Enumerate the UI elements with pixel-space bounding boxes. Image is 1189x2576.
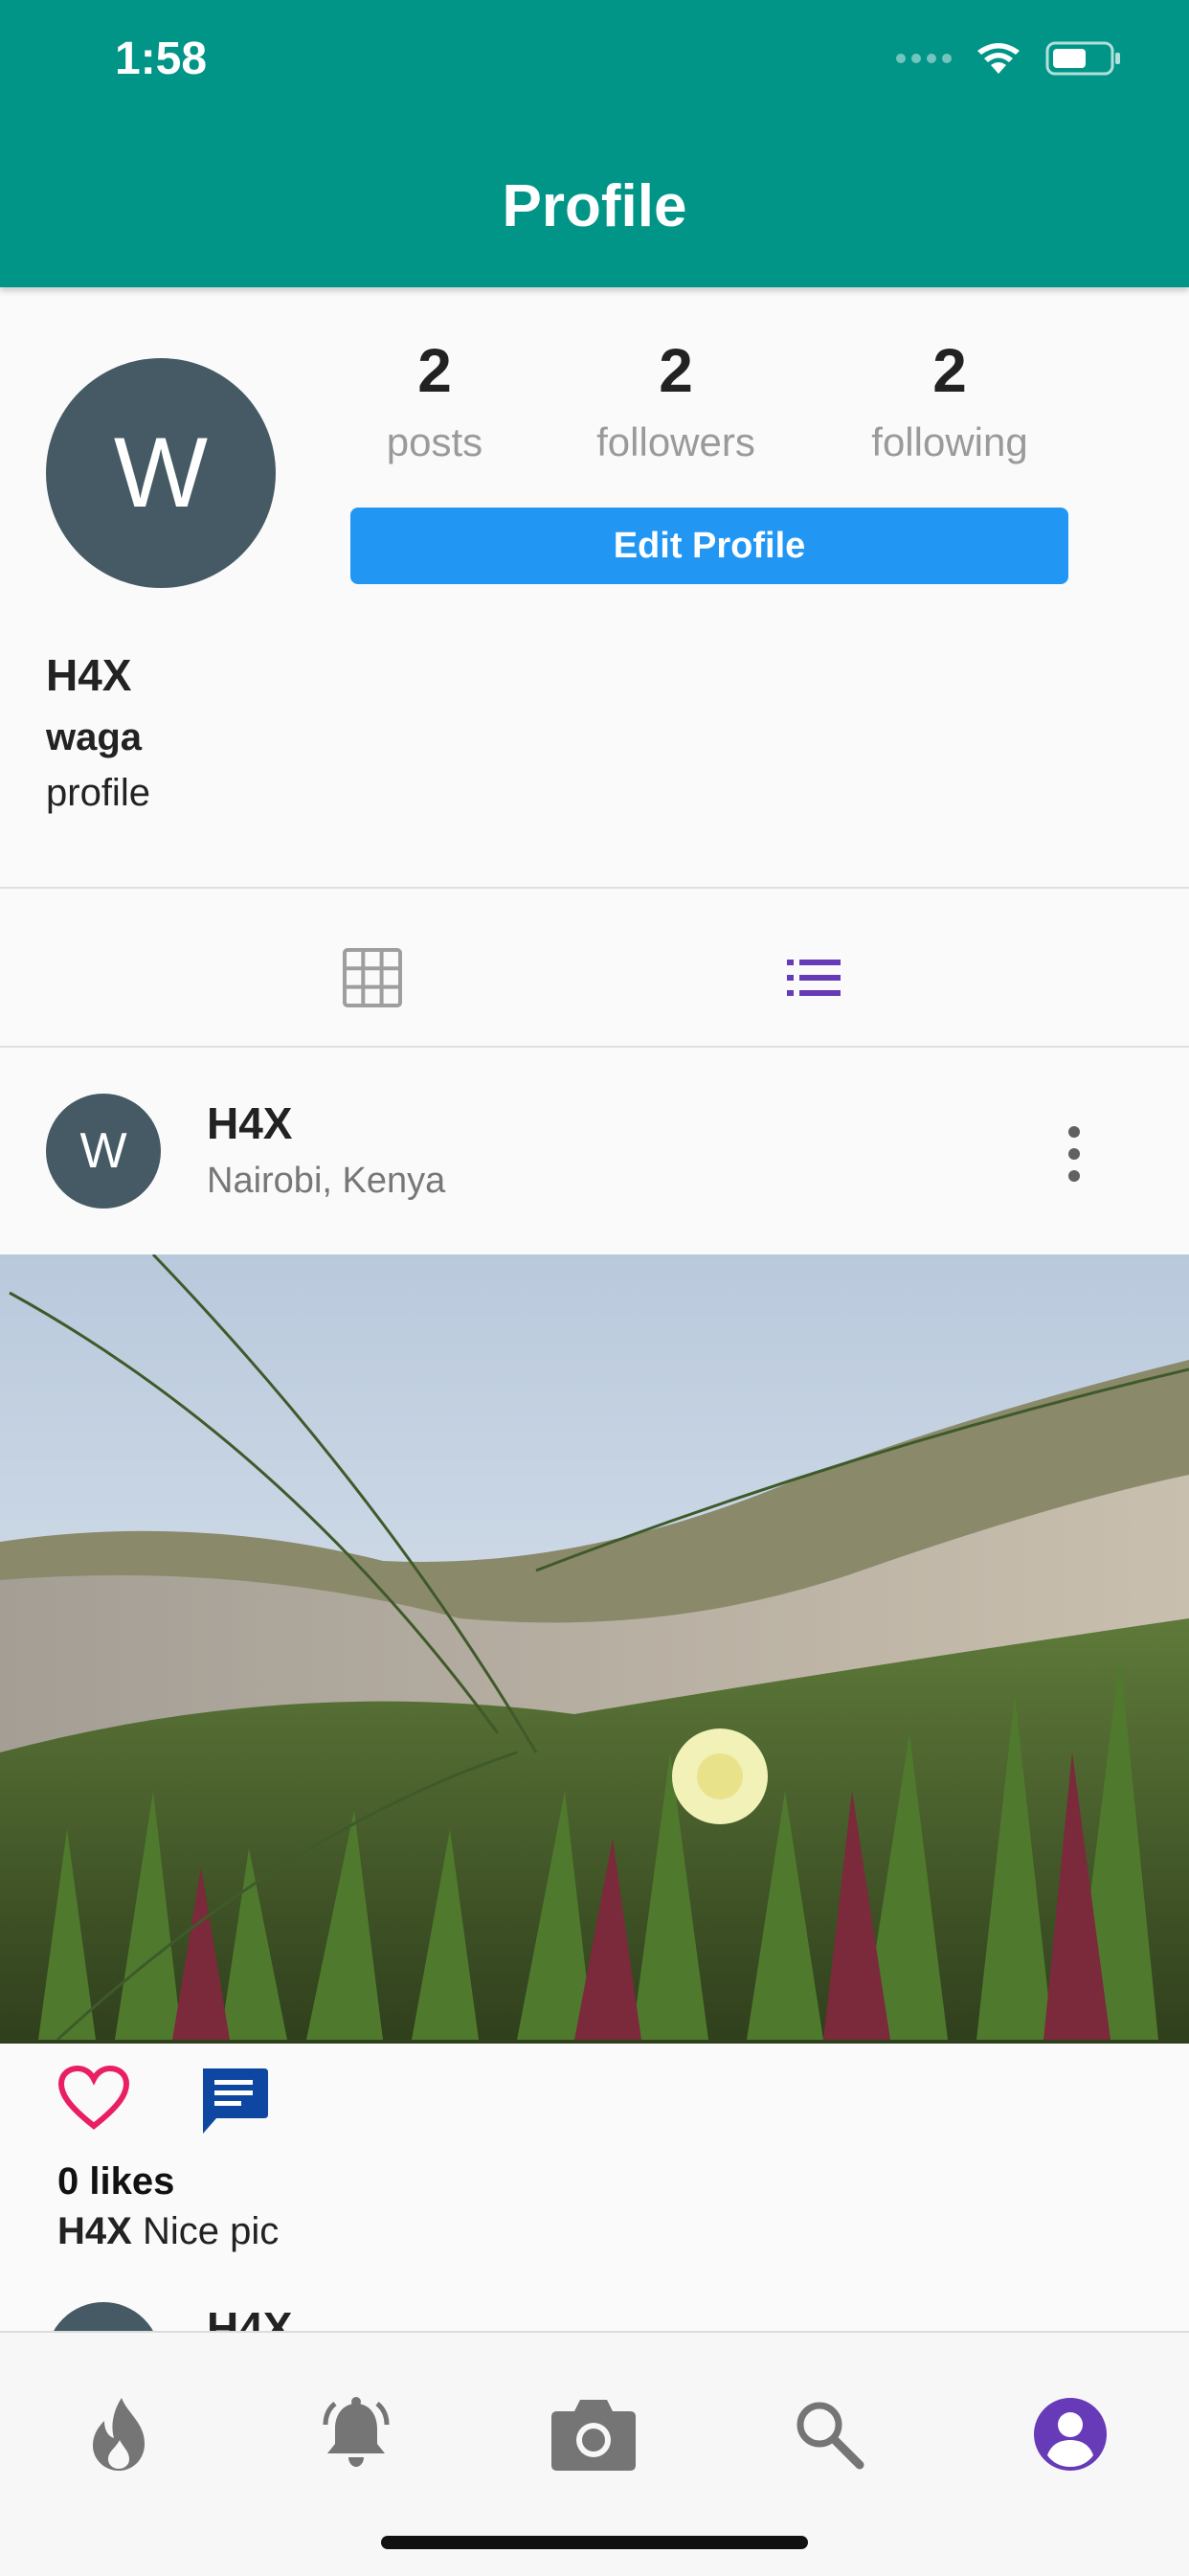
profile-avatar[interactable]: W: [46, 358, 276, 588]
fire-icon: [93, 2398, 145, 2471]
profile-bio: profile: [46, 772, 150, 814]
nav-camera[interactable]: [546, 2386, 641, 2482]
post-username[interactable]: H4X: [207, 1097, 292, 1149]
camera-icon: [551, 2400, 636, 2471]
page-title: Profile: [502, 173, 687, 239]
post-avatar-initial: W: [79, 1123, 127, 1179]
divider: [0, 887, 1189, 889]
search-icon: [796, 2402, 864, 2470]
likes-count: 0 likes: [57, 2160, 175, 2203]
list-icon: [787, 960, 841, 996]
nav-home[interactable]: [71, 2386, 167, 2482]
profile-avatar-initial: W: [113, 417, 209, 529]
edit-profile-button[interactable]: Edit Profile: [350, 508, 1068, 584]
post-caption: H4X Nice pic: [57, 2210, 279, 2253]
stat-followers-value: 2: [659, 336, 693, 405]
stat-posts-label: posts: [386, 419, 483, 464]
caption-text: Nice pic: [142, 2210, 280, 2252]
account-icon: [1034, 2398, 1107, 2471]
comment-button[interactable]: [197, 2065, 270, 2142]
grid-icon: [343, 948, 402, 1007]
caption-username[interactable]: H4X: [57, 2210, 132, 2252]
stat-posts-value: 2: [417, 336, 452, 405]
nav-profile[interactable]: [1022, 2386, 1118, 2482]
more-vert-icon: [1068, 1126, 1080, 1182]
battery-icon: [1045, 41, 1120, 76]
wifi-icon: [977, 43, 1020, 74]
bottom-nav: [0, 2331, 1189, 2576]
comment-icon: [203, 2068, 268, 2134]
signal-icon: [896, 54, 952, 63]
post-location[interactable]: Nairobi, Kenya: [207, 1161, 445, 1202]
stat-followers-label: followers: [596, 419, 755, 464]
heart-outline-icon: [57, 2065, 130, 2130]
stat-following[interactable]: 2 following: [844, 335, 1055, 465]
stat-following-value: 2: [932, 336, 967, 405]
stat-following-label: following: [871, 419, 1028, 464]
status-icons: [896, 40, 1122, 77]
grid-view-button[interactable]: [343, 948, 402, 1012]
list-view-button[interactable]: [787, 958, 841, 1003]
post-options-button[interactable]: [1053, 1120, 1095, 1187]
home-indicator: [381, 2536, 808, 2549]
profile-username: waga: [46, 716, 143, 758]
nav-search[interactable]: [781, 2386, 877, 2482]
profile-display-name: H4X: [46, 650, 132, 700]
post-photo[interactable]: [0, 1254, 1189, 2044]
post-photo-image: [0, 1254, 1189, 2044]
nav-notifications[interactable]: [308, 2386, 404, 2482]
app-header: 1:58 Profile: [0, 0, 1189, 287]
divider: [0, 1046, 1189, 1048]
bell-icon: [323, 2397, 390, 2467]
like-button[interactable]: [57, 2065, 130, 2136]
stat-posts: 2 posts: [329, 335, 540, 465]
status-time: 1:58: [115, 34, 208, 84]
stat-followers[interactable]: 2 followers: [571, 335, 781, 465]
post-avatar[interactable]: W: [46, 1094, 161, 1209]
